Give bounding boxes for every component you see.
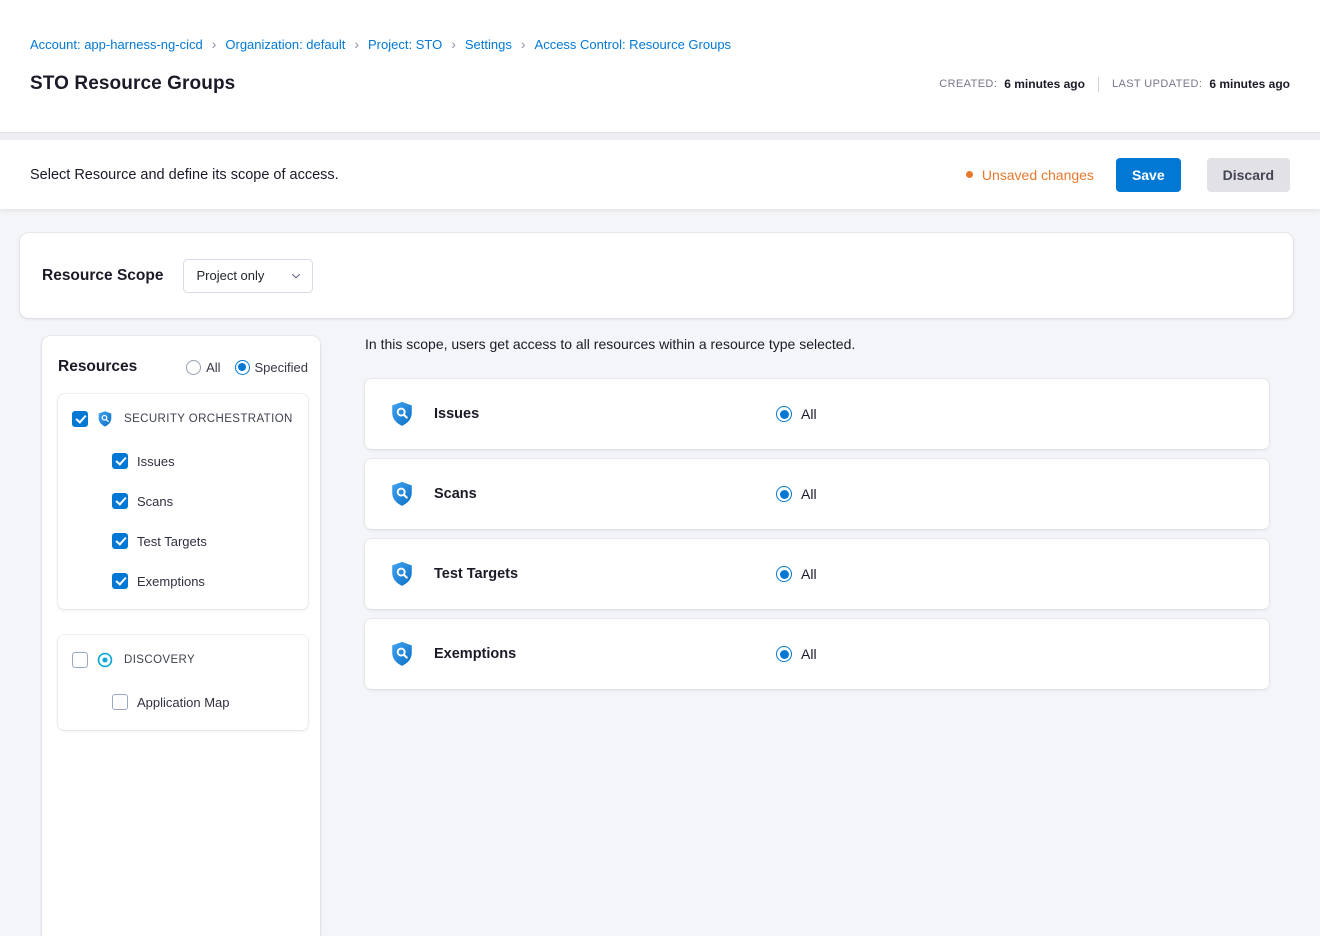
- breadcrumb-access-control-link[interactable]: Access Control: Resource Groups: [535, 37, 732, 52]
- access-label: All: [801, 406, 817, 422]
- access-radio-all[interactable]: All: [776, 646, 817, 662]
- action-toolbar: Select Resource and define its scope of …: [0, 140, 1320, 209]
- last-updated-value: 6 minutes ago: [1209, 77, 1290, 91]
- scope-detail-description: In this scope, users get access to all r…: [365, 336, 1269, 352]
- group-items: Application Map: [72, 694, 294, 710]
- resource-checkbox-exemptions[interactable]: Exemptions: [112, 573, 294, 589]
- breadcrumb-organization-link[interactable]: Organization: default: [225, 37, 345, 52]
- item-label: Application Map: [137, 695, 230, 710]
- resource-groups-page: Account: app-harness-ng-cicd › Organizat…: [0, 0, 1320, 733]
- sto-shield-icon: [96, 410, 114, 428]
- discard-button[interactable]: Discard: [1207, 158, 1290, 192]
- group-label: SECURITY ORCHESTRATION: [124, 413, 293, 425]
- radio-unselected-icon[interactable]: [186, 360, 201, 375]
- access-radio-all[interactable]: All: [776, 406, 817, 422]
- unsaved-changes-label: Unsaved changes: [982, 167, 1094, 183]
- breadcrumb-project-link[interactable]: Project: STO: [368, 37, 442, 52]
- resource-checkbox-issues[interactable]: Issues: [112, 453, 294, 469]
- resource-scope-select[interactable]: Project only: [183, 259, 313, 293]
- checkbox-checked-icon[interactable]: [112, 493, 128, 509]
- title-row: STO Resource Groups CREATED: 6 minutes a…: [30, 73, 1290, 95]
- unsaved-dot-icon: [966, 171, 973, 178]
- resources-title: Resources: [58, 358, 137, 376]
- sto-shield-icon: [388, 640, 416, 668]
- toolbar-description: Select Resource and define its scope of …: [30, 167, 339, 183]
- header-toolbar-divider: [0, 133, 1320, 140]
- resource-group-security-orchestration: SECURITY ORCHESTRATION Issues Scans: [58, 394, 308, 609]
- breadcrumb-settings-link[interactable]: Settings: [465, 37, 512, 52]
- item-label: Test Targets: [137, 534, 207, 549]
- resources-panel-header: Resources All Specified: [58, 358, 308, 376]
- page-header: Account: app-harness-ng-cicd › Organizat…: [0, 0, 1320, 133]
- checkbox-checked-icon[interactable]: [112, 573, 128, 589]
- access-radio-all[interactable]: All: [776, 486, 817, 502]
- sto-shield-icon: [388, 400, 416, 428]
- chevron-right-icon: ›: [521, 37, 526, 51]
- resource-scope-title: Resource Scope: [42, 267, 163, 285]
- checkbox-unchecked-icon[interactable]: [72, 652, 88, 668]
- checkbox-unchecked-icon[interactable]: [112, 694, 128, 710]
- chevron-right-icon: ›: [354, 37, 359, 51]
- sto-shield-icon: [388, 560, 416, 588]
- radio-specified-label: Specified: [255, 360, 308, 375]
- resource-row-issues: Issues All: [365, 379, 1269, 449]
- toolbar-actions: Unsaved changes Save Discard: [966, 158, 1290, 192]
- radio-all-label: All: [206, 360, 220, 375]
- radio-selected-icon[interactable]: [235, 360, 250, 375]
- group-items: Issues Scans Test Targets Exemption: [72, 453, 294, 589]
- group-header-discovery[interactable]: DISCOVERY: [72, 651, 294, 669]
- page-title: STO Resource Groups: [30, 73, 235, 95]
- radio-all-option[interactable]: All: [186, 360, 220, 375]
- resource-checkbox-scans[interactable]: Scans: [112, 493, 294, 509]
- created-value: 6 minutes ago: [1004, 77, 1085, 91]
- scope-detail: In this scope, users get access to all r…: [365, 336, 1269, 699]
- group-label: DISCOVERY: [124, 654, 195, 666]
- resources-panel: Resources All Specified: [42, 336, 320, 936]
- radio-selected-icon[interactable]: [776, 486, 792, 502]
- resource-row-label: Test Targets: [434, 566, 776, 582]
- access-label: All: [801, 566, 817, 582]
- unsaved-changes-indicator: Unsaved changes: [966, 167, 1094, 183]
- breadcrumb-account-link[interactable]: Account: app-harness-ng-cicd: [30, 37, 203, 52]
- last-updated-label: LAST UPDATED:: [1112, 78, 1202, 90]
- radio-specified-option[interactable]: Specified: [235, 360, 308, 375]
- resource-group-discovery: DISCOVERY Application Map: [58, 635, 308, 730]
- meta-info: CREATED: 6 minutes ago LAST UPDATED: 6 m…: [939, 77, 1290, 92]
- content-columns: Resources All Specified: [42, 336, 1269, 936]
- discovery-icon: [96, 651, 114, 669]
- created-label: CREATED:: [939, 78, 997, 90]
- access-label: All: [801, 486, 817, 502]
- chevron-down-icon: [290, 270, 302, 282]
- radio-selected-icon[interactable]: [776, 406, 792, 422]
- group-header-security-orchestration[interactable]: SECURITY ORCHESTRATION: [72, 410, 294, 428]
- resource-row-scans: Scans All: [365, 459, 1269, 529]
- item-label: Scans: [137, 494, 173, 509]
- resource-row-test-targets: Test Targets All: [365, 539, 1269, 609]
- meta-divider: [1098, 77, 1099, 92]
- resource-scope-card: Resource Scope Project only: [20, 233, 1293, 318]
- resource-checkbox-test-targets[interactable]: Test Targets: [112, 533, 294, 549]
- checkbox-checked-icon[interactable]: [112, 453, 128, 469]
- resource-row-label: Scans: [434, 486, 776, 502]
- save-button[interactable]: Save: [1116, 158, 1181, 192]
- resource-row-exemptions: Exemptions All: [365, 619, 1269, 689]
- resource-scope-selected-value: Project only: [196, 268, 264, 283]
- checkbox-checked-icon[interactable]: [72, 411, 88, 427]
- resource-checkbox-application-map[interactable]: Application Map: [112, 694, 294, 710]
- access-label: All: [801, 646, 817, 662]
- item-label: Exemptions: [137, 574, 205, 589]
- radio-selected-icon[interactable]: [776, 646, 792, 662]
- chevron-right-icon: ›: [451, 37, 456, 51]
- checkbox-checked-icon[interactable]: [112, 533, 128, 549]
- sto-shield-icon: [388, 480, 416, 508]
- resource-row-label: Issues: [434, 406, 776, 422]
- breadcrumb: Account: app-harness-ng-cicd › Organizat…: [30, 0, 1290, 52]
- main-content: Resource Scope Project only Resources Al…: [0, 209, 1320, 733]
- radio-selected-icon[interactable]: [776, 566, 792, 582]
- item-label: Issues: [137, 454, 175, 469]
- resource-row-label: Exemptions: [434, 646, 776, 662]
- chevron-right-icon: ›: [212, 37, 217, 51]
- access-radio-all[interactable]: All: [776, 566, 817, 582]
